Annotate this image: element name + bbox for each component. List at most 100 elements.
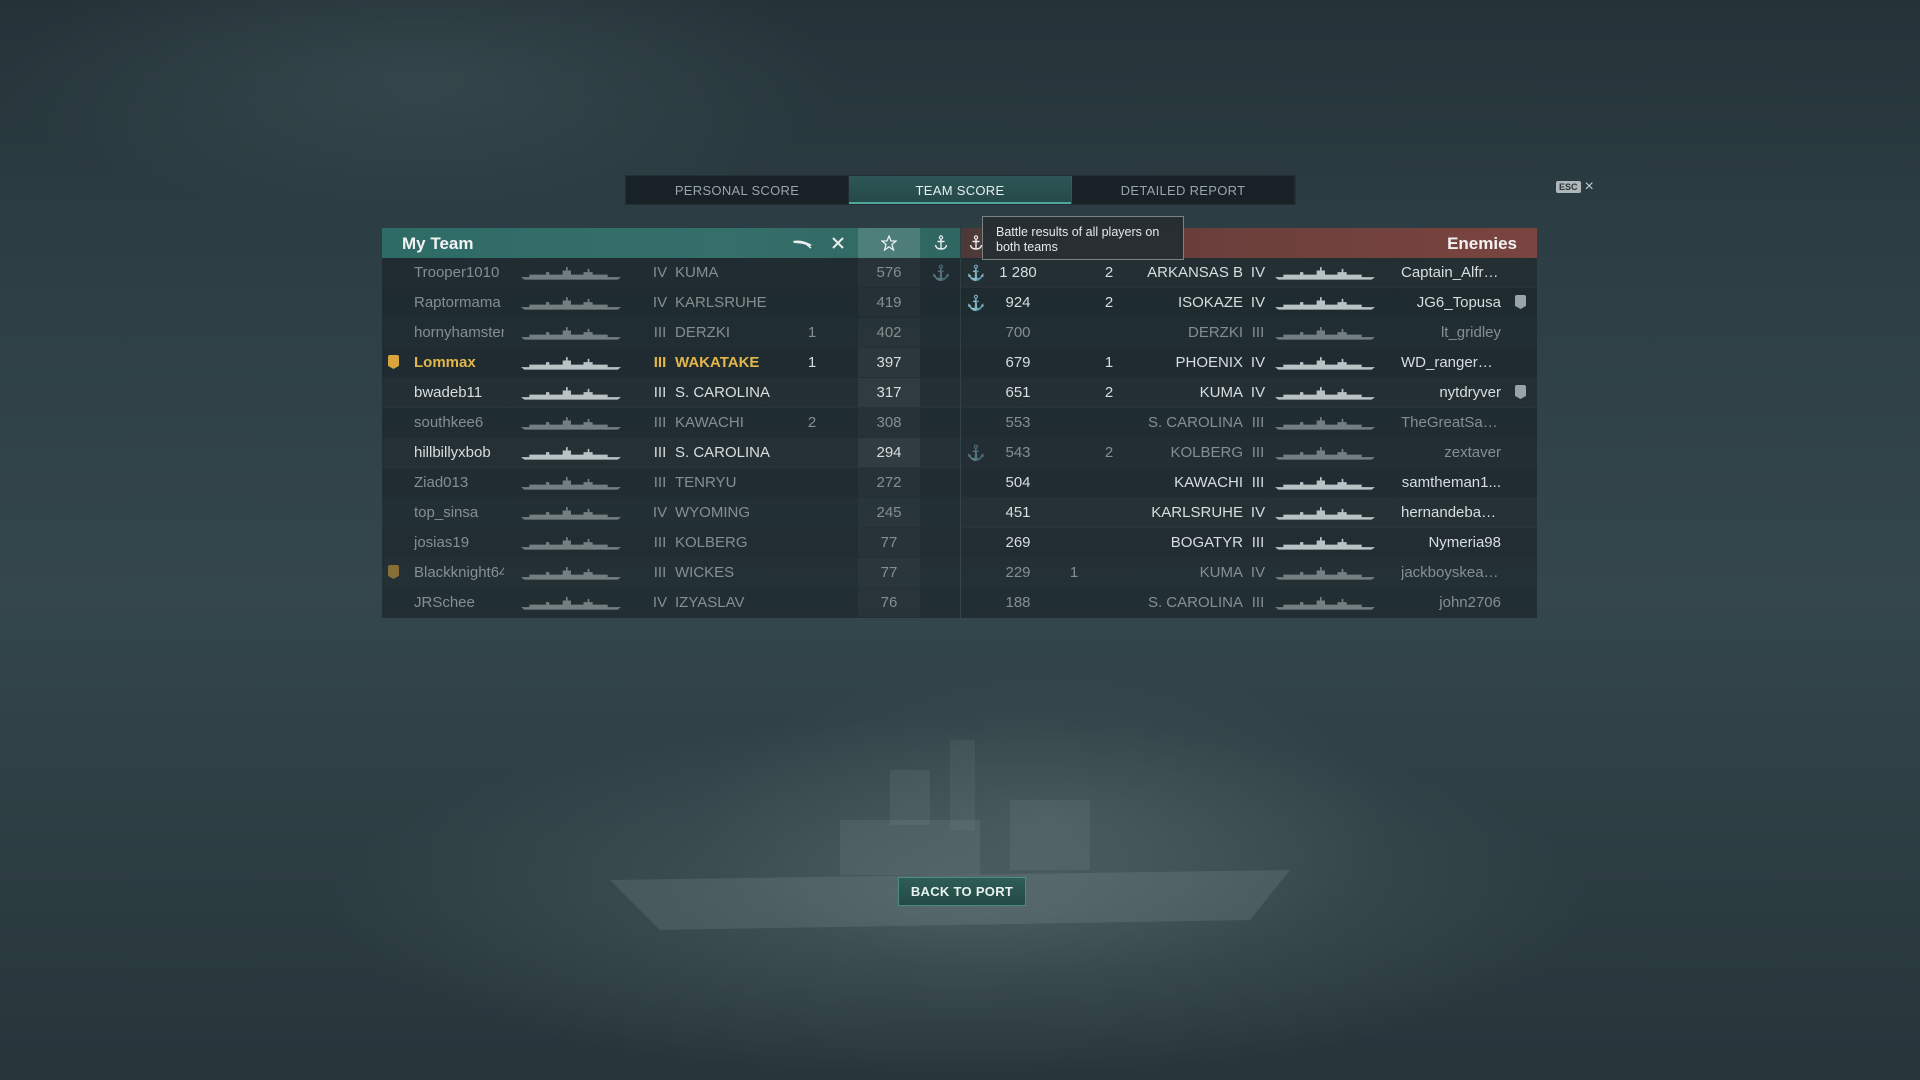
enemy-player-row[interactable]: 229 1 KUMA IV jackboyskeater — [961, 558, 1537, 588]
enemy-player-row[interactable]: 700 DERZKI III lt_gridley — [961, 318, 1537, 348]
player-score: 308 — [858, 408, 920, 437]
team-player-row[interactable]: Blackknight64 III WICKES 77 — [382, 558, 960, 588]
enemy-player-row[interactable]: 269 BOGATYR III Nymeria98 — [961, 528, 1537, 558]
player-name[interactable]: top_sinsa — [414, 504, 504, 521]
ship-tier: IV — [1250, 504, 1266, 521]
ship-silhouette — [521, 504, 621, 526]
player-score: 543 — [1005, 444, 1031, 461]
player-score: 576 — [858, 258, 920, 287]
player-score: 419 — [858, 288, 920, 317]
player-name[interactable]: hornyhamster — [414, 324, 504, 341]
kills-count-alt: 1 — [1069, 564, 1079, 581]
enemy-player-row[interactable]: 679 1 PHOENIX IV WD_rangerdog — [961, 348, 1537, 378]
player-name[interactable]: Blackknight64 — [414, 564, 504, 581]
enemy-player-row[interactable]: 451 KARLSRUHE IV hernandebahia — [961, 498, 1537, 528]
player-name[interactable]: samtheman1... — [1401, 474, 1501, 491]
ship-tier: IV — [1250, 294, 1266, 311]
ship-silhouette-icon — [521, 357, 621, 370]
player-name[interactable]: southkee6 — [414, 414, 504, 431]
ship-name: KUMA — [1199, 384, 1243, 401]
back-to-port-button[interactable]: BACK TO PORT — [898, 877, 1026, 906]
player-name[interactable]: lt_gridley — [1401, 324, 1501, 341]
player-name[interactable]: josias19 — [414, 534, 504, 551]
esc-key-hint: ESC — [1556, 181, 1581, 193]
ship-silhouette — [1275, 354, 1375, 376]
player-name[interactable]: hernandebahia — [1401, 504, 1501, 521]
enemy-player-row[interactable]: 188 S. CAROLINA III john2706 — [961, 588, 1537, 618]
team-player-row[interactable]: josias19 III KOLBERG 77 — [382, 528, 960, 558]
player-name[interactable]: zextaver — [1401, 444, 1501, 461]
player-name[interactable]: Lommax — [414, 354, 504, 371]
player-name[interactable]: JRSchee — [414, 594, 504, 611]
score-header[interactable] — [858, 228, 920, 258]
close-button[interactable]: ESC × — [1556, 179, 1594, 195]
team-player-row[interactable]: hillbillyxbob III S. CAROLINA 294 — [382, 438, 960, 468]
tab-detailed-report[interactable]: DETAILED REPORT — [1072, 176, 1295, 204]
ship-silhouette-icon — [521, 297, 621, 310]
tab-personal-score[interactable]: PERSONAL SCORE — [626, 176, 849, 204]
ship-silhouette-icon — [521, 477, 621, 490]
team-player-row[interactable]: Trooper1010 IV KUMA 576 ⚓ — [382, 258, 960, 288]
player-name[interactable]: bwadeb11 — [414, 384, 504, 401]
close-icon[interactable]: × — [1585, 179, 1594, 195]
ship-silhouette-icon — [1275, 387, 1375, 400]
kills-count: 1 — [1104, 354, 1114, 371]
player-name[interactable]: hillbillyxbob — [414, 444, 504, 461]
team-player-row[interactable]: Ziad013 III TENRYU 272 — [382, 468, 960, 498]
player-name[interactable]: WD_rangerdog — [1401, 354, 1501, 371]
enemy-player-row[interactable]: ⚓ 543 2 KOLBERG III zextaver — [961, 438, 1537, 468]
player-name[interactable]: Trooper1010 — [414, 264, 504, 281]
ship-tier: IV — [1250, 384, 1266, 401]
ship-name: KUMA — [675, 264, 719, 281]
rank-badge-icon — [1515, 295, 1526, 313]
player-score: 553 — [1005, 414, 1031, 431]
enemy-player-row[interactable]: 504 KAWACHI III samtheman1... — [961, 468, 1537, 498]
player-score: 1 280 — [999, 264, 1037, 281]
my-team-title: My Team — [402, 234, 474, 253]
team-player-row[interactable]: Raptormama IV KARLSRUHE 419 — [382, 288, 960, 318]
anchor-icon: ⚓ — [966, 445, 986, 462]
player-name[interactable]: Ziad013 — [414, 474, 504, 491]
ship-tier: IV — [652, 294, 668, 311]
ship-silhouette — [1275, 414, 1375, 436]
player-name[interactable]: TheGreatSao... — [1401, 414, 1501, 431]
ship-tier: III — [1251, 414, 1265, 431]
ship-silhouette-icon — [1275, 327, 1375, 340]
rank-badge-icon — [388, 355, 399, 373]
ship-tier: III — [653, 474, 667, 491]
team-player-row[interactable]: southkee6 III KAWACHI 2 308 — [382, 408, 960, 438]
team-player-row[interactable]: bwadeb11 III S. CAROLINA 317 — [382, 378, 960, 408]
rank-badge-icon — [1515, 385, 1526, 403]
player-name[interactable]: nytdryver — [1401, 384, 1501, 401]
player-score: 77 — [858, 558, 920, 587]
team-player-row[interactable]: JRSchee IV IZYASLAV 76 — [382, 588, 960, 618]
player-name[interactable]: john2706 — [1401, 594, 1501, 611]
player-name[interactable]: Raptormama — [414, 294, 504, 311]
enemy-player-row[interactable]: 651 2 KUMA IV nytdryver — [961, 378, 1537, 408]
ship-silhouette-icon — [1275, 507, 1375, 520]
ship-silhouette-icon — [521, 327, 621, 340]
anchor-header — [922, 228, 960, 258]
score-tabs: PERSONAL SCORE TEAM SCORE DETAILED REPOR… — [625, 175, 1296, 205]
player-name[interactable]: jackboyskeater — [1401, 564, 1501, 581]
team-player-row[interactable]: Lommax III WAKATAKE 1 397 — [382, 348, 960, 378]
ship-silhouette-icon — [521, 567, 621, 580]
team-player-row[interactable]: hornyhamster III DERZKI 1 402 — [382, 318, 960, 348]
enemy-player-row[interactable]: 553 S. CAROLINA III TheGreatSao... — [961, 408, 1537, 438]
ship-name: BOGATYR — [1170, 534, 1243, 551]
ship-name: S. CAROLINA — [1147, 414, 1243, 431]
ship-silhouette-icon — [1275, 357, 1375, 370]
ship-tier: III — [653, 414, 667, 431]
team-player-row[interactable]: top_sinsa IV WYOMING 245 — [382, 498, 960, 528]
ship-silhouette — [1275, 474, 1375, 496]
plane-icon — [792, 232, 814, 254]
tab-team-score[interactable]: TEAM SCORE — [849, 176, 1072, 204]
ship-silhouette — [521, 474, 621, 496]
enemy-player-row[interactable]: ⚓ 1 280 2 ARKANSAS B IV Captain_Alfre... — [961, 258, 1537, 288]
player-name[interactable]: Nymeria98 — [1401, 534, 1501, 551]
ship-name: ISOKAZE — [1177, 294, 1243, 311]
ship-silhouette-icon — [521, 507, 621, 520]
player-name[interactable]: Captain_Alfre... — [1401, 264, 1501, 281]
enemy-player-row[interactable]: ⚓ 924 2 ISOKAZE IV JG6_Topusa — [961, 288, 1537, 318]
player-name[interactable]: JG6_Topusa — [1401, 294, 1501, 311]
